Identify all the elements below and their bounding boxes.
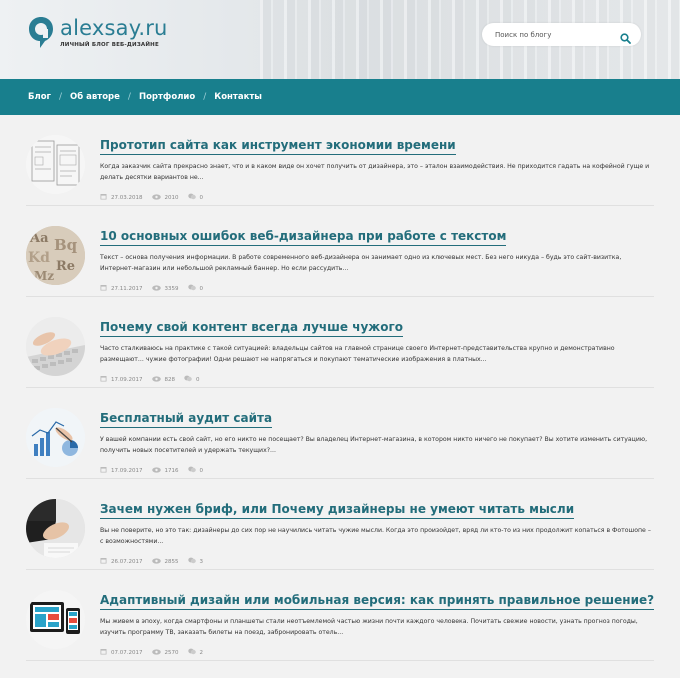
eye-icon bbox=[151, 557, 161, 566]
post-meta: 26.07.2017 2855 3 bbox=[100, 557, 212, 566]
post-item: Почему свой контент всегда лучше чужого … bbox=[26, 297, 654, 388]
post-item: Зачем нужен бриф, или Почему дизайнеры н… bbox=[26, 479, 654, 570]
search-icon[interactable] bbox=[620, 29, 631, 44]
handshake-thumbnail[interactable] bbox=[26, 499, 85, 558]
eye-icon bbox=[151, 193, 161, 202]
post-meta: 17.09.2017 1716 0 bbox=[100, 466, 212, 475]
post-date: 17.09.2017 bbox=[111, 467, 143, 474]
post-comments: 3 bbox=[199, 558, 204, 565]
search-input[interactable] bbox=[495, 23, 615, 46]
calendar-icon bbox=[100, 193, 107, 202]
post-views: 3359 bbox=[164, 285, 179, 292]
post-meta: 27.11.2017 3359 0 bbox=[100, 284, 212, 293]
post-views: 1716 bbox=[164, 467, 179, 474]
post-date: 17.09.2017 bbox=[111, 376, 143, 383]
post-excerpt: Вы не поверите, но это так: дизайнеры до… bbox=[100, 527, 651, 545]
comment-icon bbox=[187, 466, 196, 475]
post-comments: 0 bbox=[199, 285, 204, 292]
post-views: 828 bbox=[164, 376, 176, 383]
devices-thumbnail[interactable] bbox=[26, 590, 85, 649]
post-date: 07.07.2017 bbox=[111, 649, 143, 656]
post-excerpt: Текст – основа получения информации. В р… bbox=[100, 254, 622, 272]
comment-icon bbox=[187, 648, 196, 657]
main-navigation: Блог / Об авторе / Портфолио / Контакты bbox=[0, 79, 680, 115]
post-excerpt: Когда заказчик сайта прекрасно знает, чт… bbox=[100, 163, 650, 181]
post-excerpt: Мы живем в эпоху, когда смартфоны и план… bbox=[100, 618, 638, 636]
post-date: 26.07.2017 bbox=[111, 558, 143, 565]
post-title[interactable]: Прототип сайта как инструмент экономии в… bbox=[100, 138, 456, 155]
post-item: Aa Bq Kd Re Mz 10 основных ошибок веб-ди… bbox=[26, 206, 654, 297]
nav-item-about[interactable]: Об авторе bbox=[70, 92, 120, 102]
nav-item-portfolio[interactable]: Портфолио bbox=[139, 92, 195, 102]
eye-icon bbox=[151, 375, 161, 384]
svg-text:Kd: Kd bbox=[28, 250, 50, 266]
post-date: 27.11.2017 bbox=[111, 285, 143, 292]
post-views: 2010 bbox=[164, 194, 179, 201]
speech-bubble-icon bbox=[28, 16, 54, 50]
nav-separator: / bbox=[59, 92, 63, 102]
post-title[interactable]: Зачем нужен бриф, или Почему дизайнеры н… bbox=[100, 502, 575, 519]
comment-icon bbox=[184, 375, 192, 384]
post-meta: 27.03.2018 2010 0 bbox=[100, 193, 212, 202]
svg-text:Re: Re bbox=[56, 259, 75, 274]
post-item: Прототип сайта как инструмент экономии в… bbox=[26, 115, 654, 206]
post-item: Бесплатный аудит сайта У вашей компании … bbox=[26, 388, 654, 479]
post-excerpt: Часто сталкиваюсь на практике с такой си… bbox=[100, 345, 615, 363]
calendar-icon bbox=[100, 375, 107, 384]
comment-icon bbox=[187, 557, 196, 566]
eye-icon bbox=[151, 284, 161, 293]
nav-item-contacts[interactable]: Контакты bbox=[214, 92, 262, 102]
nav-separator: / bbox=[127, 92, 131, 102]
calendar-icon bbox=[100, 648, 107, 657]
comment-icon bbox=[187, 284, 196, 293]
eye-icon bbox=[151, 648, 161, 657]
post-comments: 0 bbox=[196, 376, 200, 383]
post-meta: 07.07.2017 2570 2 bbox=[100, 648, 212, 657]
svg-text:Mz: Mz bbox=[34, 269, 54, 283]
post-meta: 17.09.2017 828 0 bbox=[100, 375, 209, 384]
keyboard-thumbnail[interactable] bbox=[26, 317, 85, 376]
post-comments: 0 bbox=[199, 194, 204, 201]
nav-item-blog[interactable]: Блог bbox=[28, 92, 51, 102]
svg-text:Aa: Aa bbox=[29, 231, 49, 246]
post-views: 2570 bbox=[164, 649, 179, 656]
logo-name: alexsay.ru bbox=[60, 16, 168, 40]
post-title[interactable]: Бесплатный аудит сайта bbox=[100, 411, 273, 428]
post-date: 27.03.2018 bbox=[111, 194, 143, 201]
eye-icon bbox=[151, 466, 161, 475]
wireframe-thumbnail[interactable] bbox=[26, 135, 85, 194]
charts-thumbnail[interactable] bbox=[26, 408, 85, 467]
svg-text:Bq: Bq bbox=[54, 236, 78, 254]
post-comments: 0 bbox=[199, 467, 204, 474]
letters-thumbnail[interactable]: Aa Bq Kd Re Mz bbox=[26, 226, 85, 285]
post-title[interactable]: Адаптивный дизайн или мобильная версия: … bbox=[100, 593, 655, 610]
comment-icon bbox=[187, 193, 196, 202]
post-item: Адаптивный дизайн или мобильная версия: … bbox=[26, 570, 655, 661]
site-logo[interactable]: alexsay.ru ЛИЧНЫЙ БЛОГ ВЕБ-ДИЗАЙНЕ bbox=[28, 16, 168, 50]
post-title[interactable]: Почему свой контент всегда лучше чужого bbox=[100, 320, 403, 337]
calendar-icon bbox=[100, 557, 107, 566]
calendar-icon bbox=[100, 466, 107, 475]
logo-tagline: ЛИЧНЫЙ БЛОГ ВЕБ-ДИЗАЙНЕ bbox=[60, 42, 159, 48]
search-box bbox=[482, 23, 641, 46]
post-excerpt: У вашей компании есть свой сайт, но его … bbox=[100, 436, 648, 454]
post-views: 2855 bbox=[164, 558, 179, 565]
calendar-icon bbox=[100, 284, 107, 293]
site-header: alexsay.ru ЛИЧНЫЙ БЛОГ ВЕБ-ДИЗАЙНЕ bbox=[0, 0, 680, 79]
nav-separator: / bbox=[203, 92, 207, 102]
post-comments: 2 bbox=[199, 649, 204, 656]
post-title[interactable]: 10 основных ошибок веб-дизайнера при раб… bbox=[100, 229, 507, 246]
